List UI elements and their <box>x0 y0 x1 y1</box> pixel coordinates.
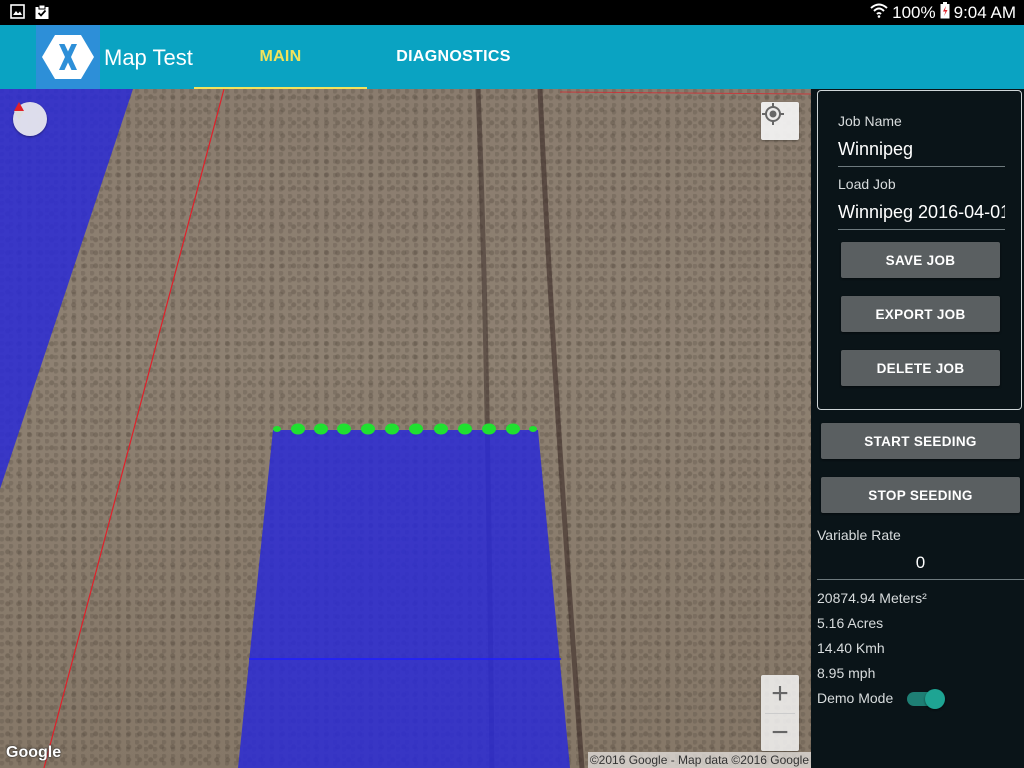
control-panel: Job Name Winnipeg Load Job Winnipeg 2016… <box>811 89 1024 768</box>
map-copyright[interactable]: ©2016 Google - Map data ©2016 Google <box>587 752 811 768</box>
zoom-controls: + − <box>761 675 799 751</box>
start-seeding-button[interactable]: START SEEDING <box>821 423 1020 459</box>
toggle-knob <box>925 689 945 709</box>
coverage-area-center <box>238 430 570 768</box>
gallery-notification-icon <box>10 4 25 19</box>
clock: 9:04 AM <box>953 2 1016 22</box>
export-job-button[interactable]: EXPORT JOB <box>841 296 1000 332</box>
google-logo: Google <box>6 744 62 761</box>
save-job-button[interactable]: SAVE JOB <box>841 242 1000 278</box>
delete-job-button[interactable]: DELETE JOB <box>841 350 1000 386</box>
wifi-icon <box>870 2 888 23</box>
demo-mode-label: Demo Mode <box>817 690 894 706</box>
speed-mph-readout: 8.95 mph <box>817 665 876 681</box>
area-meters-readout: 20874.94 Meters² <box>817 590 927 606</box>
my-location-icon[interactable] <box>761 102 799 140</box>
tab-diagnostics[interactable]: DIAGNOSTICS <box>367 25 540 89</box>
coverage-area-left <box>0 89 133 489</box>
speed-kmh-readout: 14.40 Kmh <box>817 640 885 656</box>
app-title: Map Test <box>104 45 193 70</box>
status-bar: 100% 9:04 AM <box>0 0 1024 25</box>
xamarin-logo-icon <box>36 25 100 89</box>
map-view[interactable]: + − Google ©2016 Google - Map data ©2016… <box>0 89 811 768</box>
job-card: Job Name Winnipeg Load Job Winnipeg 2016… <box>817 90 1022 410</box>
battery-icon <box>940 1 950 24</box>
load-job-label: Load Job <box>838 176 896 192</box>
zoom-in-icon[interactable]: + <box>761 675 799 713</box>
demo-mode-toggle[interactable] <box>907 689 945 709</box>
zoom-out-icon[interactable]: − <box>761 714 799 752</box>
app-bar: Map Test MAIN DIAGNOSTICS <box>0 25 1024 89</box>
load-job-select[interactable]: Winnipeg 2016-04-01 <box>838 202 1005 230</box>
battery-percent: 100% <box>892 2 936 22</box>
map-overlay <box>0 89 811 768</box>
area-acres-readout: 5.16 Acres <box>817 615 884 631</box>
job-name-label: Job Name <box>838 113 902 129</box>
field-boundary-top <box>559 91 811 95</box>
stop-seeding-button[interactable]: STOP SEEDING <box>821 477 1020 513</box>
tab-main[interactable]: MAIN <box>194 25 367 89</box>
clipboard-notification-icon <box>34 4 50 20</box>
job-name-field[interactable]: Winnipeg <box>838 139 1005 167</box>
variable-rate-field[interactable]: 0 <box>817 553 1024 580</box>
compass-icon[interactable] <box>13 102 47 136</box>
variable-rate-label: Variable Rate <box>817 527 901 543</box>
